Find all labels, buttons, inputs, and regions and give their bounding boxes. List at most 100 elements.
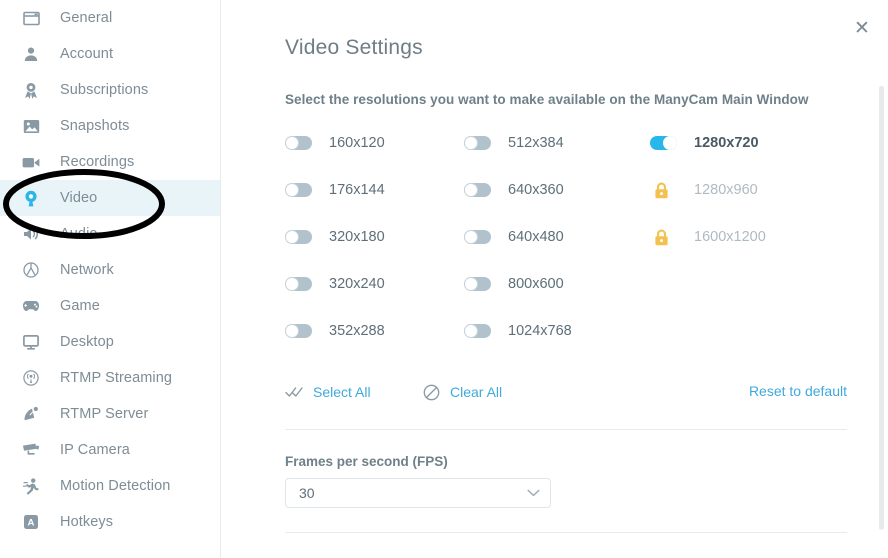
resolution-label: 640x360 [508,182,564,198]
speaker-icon [20,223,42,245]
toggle-knob [285,277,299,291]
sidebar-item-desktop[interactable]: Desktop [0,324,220,360]
sidebar-item-audio[interactable]: Audio [0,216,220,252]
toggle-switch[interactable] [464,324,491,338]
toggle-knob [464,230,478,244]
sidebar-item-label: Game [60,298,100,314]
award-ribbon-icon [20,79,42,101]
resolution-grid: 160x120 512x384 1280x720 176x144 640x360… [285,132,845,367]
sidebar-item-video[interactable]: Video [0,180,220,216]
sidebar-item-label: Snapshots [60,118,130,134]
video-settings-panel: ✕ Video Settings Select the resolutions … [221,0,888,558]
image-icon [20,115,42,137]
resolution-option-176x144[interactable]: 176x144 [285,179,464,201]
sidebar-item-rtmp-server[interactable]: RTMP Server [0,396,220,432]
sidebar-item-label: Subscriptions [60,82,149,98]
chevron-down-icon [527,489,540,497]
toggle-switch[interactable] [464,136,491,150]
sidebar-item-snapshots[interactable]: Snapshots [0,108,220,144]
resolution-row: 160x120 512x384 1280x720 [285,132,845,179]
lock-icon [650,229,677,246]
resolution-label: 640x480 [508,229,564,245]
resolution-option-512x384[interactable]: 512x384 [464,132,650,154]
resolution-option-320x240[interactable]: 320x240 [285,273,464,295]
svg-text:A: A [28,518,35,529]
sidebar-item-general[interactable]: General [0,0,220,36]
scrollbar-thumb[interactable] [879,86,884,530]
lock-icon [650,182,677,199]
fps-label: Frames per second (FPS) [285,454,448,469]
toggle-knob [285,183,299,197]
cctv-camera-icon [20,439,42,461]
resolution-option-352x288[interactable]: 352x288 [285,320,464,342]
gamepad-icon [20,295,42,317]
resolution-label: 320x240 [329,276,385,292]
toggle-switch[interactable] [285,136,312,150]
sidebar-item-label: Hotkeys [60,514,114,530]
sidebar-item-game[interactable]: Game [0,288,220,324]
toggle-knob [285,324,299,338]
sidebar-item-subscriptions[interactable]: Subscriptions [0,72,220,108]
select-all-button[interactable]: Select All [285,383,371,401]
resolution-actions: Select All Clear All Reset to default [285,383,847,407]
video-camera-icon [20,151,42,173]
resolution-option-800x600[interactable]: 800x600 [464,273,650,295]
fps-select[interactable]: 30 [285,478,551,508]
resolution-option-640x360[interactable]: 640x360 [464,179,650,201]
sidebar-item-account[interactable]: Account [0,36,220,72]
resolution-label: 1280x720 [694,135,759,151]
toggle-switch[interactable] [285,277,312,291]
sidebar-item-label: IP Camera [60,442,130,458]
toggle-switch[interactable] [464,183,491,197]
sidebar-item-label: General [60,10,113,26]
settings-window: General Account Subscriptions Snapshots [0,0,888,558]
resolution-option-320x180[interactable]: 320x180 [285,226,464,248]
sidebar-item-network[interactable]: Network [0,252,220,288]
window-icon [20,7,42,29]
resolution-option-1280x720[interactable]: 1280x720 [650,132,830,154]
toggle-knob [464,277,478,291]
sidebar-item-motion-detection[interactable]: Motion Detection [0,468,220,504]
circle-slash-icon [422,383,440,401]
sidebar-item-label: RTMP Server [60,406,149,422]
person-icon [20,43,42,65]
double-check-icon [285,383,303,401]
close-icon[interactable]: ✕ [850,16,874,40]
toggle-switch[interactable] [650,136,677,150]
sidebar-item-label: RTMP Streaming [60,370,173,386]
clear-all-button[interactable]: Clear All [422,383,502,401]
toggle-knob [285,136,299,150]
resolution-option-empty [650,273,830,295]
toggle-switch[interactable] [285,324,312,338]
resolution-label: 800x600 [508,276,564,292]
broadcast-icon [20,367,42,389]
sidebar-item-hotkeys[interactable]: A Hotkeys [0,504,220,540]
toggle-switch[interactable] [464,277,491,291]
resolution-option-1024x768[interactable]: 1024x768 [464,320,650,342]
resolution-option-160x120[interactable]: 160x120 [285,132,464,154]
resolution-row: 176x144 640x360 1280x960 [285,179,845,226]
toggle-switch[interactable] [285,183,312,197]
sidebar-item-ip-camera[interactable]: IP Camera [0,432,220,468]
reset-to-default-button[interactable]: Reset to default [749,383,847,399]
sidebar-item-label: Audio [60,226,98,242]
resolution-option-1600x1200[interactable]: 1600x1200 [650,226,830,248]
resolution-option-1280x960[interactable]: 1280x960 [650,179,830,201]
sidebar-item-recordings[interactable]: Recordings [0,144,220,180]
sidebar-item-label: Network [60,262,114,278]
satellite-dish-icon [20,403,42,425]
toggle-switch[interactable] [285,230,312,244]
select-all-label: Select All [313,384,371,400]
divider [285,429,847,430]
clear-all-label: Clear All [450,384,503,400]
toggle-switch[interactable] [464,230,491,244]
panel-subtitle: Select the resolutions you want to make … [285,92,809,107]
sidebar-item-label: Recordings [60,154,135,170]
resolution-option-640x480[interactable]: 640x480 [464,226,650,248]
resolution-label: 160x120 [329,135,385,151]
running-person-icon [20,475,42,497]
sidebar-item-label: Motion Detection [60,478,171,494]
toggle-knob [464,183,478,197]
globe-icon [20,259,42,281]
sidebar-item-rtmp-streaming[interactable]: RTMP Streaming [0,360,220,396]
